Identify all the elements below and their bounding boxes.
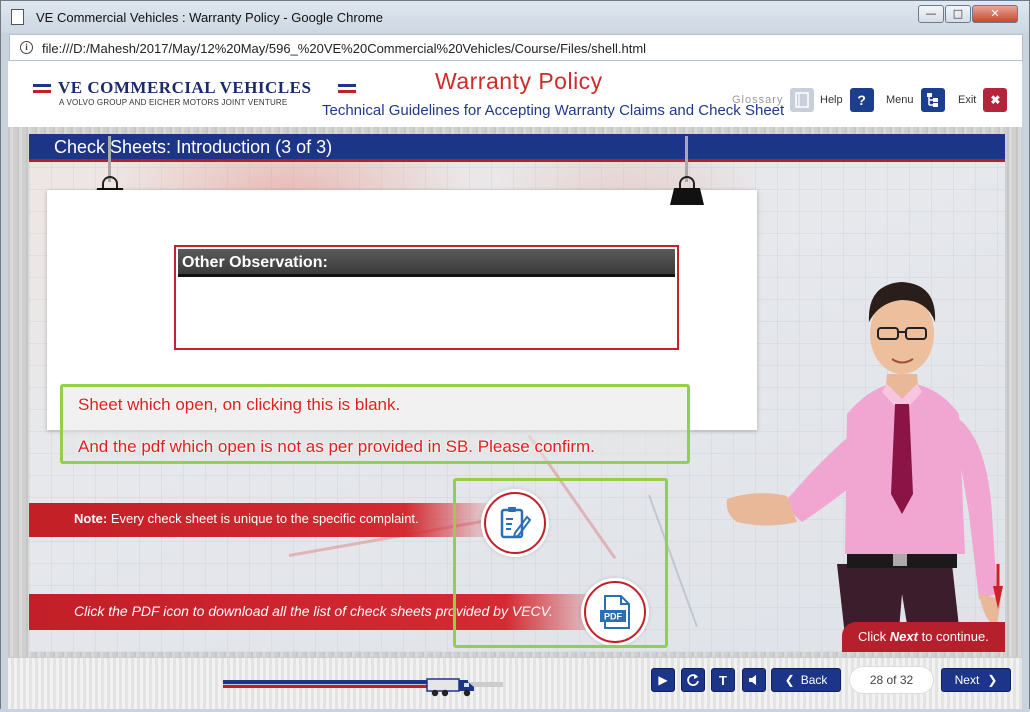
transcript-button[interactable]: T	[711, 668, 735, 692]
brand-tagline: A VOLVO GROUP AND EICHER MOTORS JOINT VE…	[59, 98, 288, 107]
page-icon	[11, 9, 24, 25]
review-annotation-box-icons	[453, 478, 668, 648]
question-mark-icon: ?	[849, 88, 874, 112]
next-hint-suffix: to continue.	[917, 629, 989, 644]
flag-right-icon	[338, 84, 356, 94]
course-footer: ▶ T ❮ Back 28 of 32 Next ❯	[8, 657, 1022, 709]
note-text: Note: Every check sheet is unique to the…	[74, 511, 419, 526]
play-icon: ▶	[658, 673, 668, 687]
url-text[interactable]: file:///D:/Mahesh/2017/May/12%20May/596_…	[42, 41, 646, 56]
company-logo: VE COMMERCIAL VEHICLES A VOLVO GROUP AND…	[33, 78, 363, 108]
binder-clip-icon	[670, 136, 704, 206]
close-window-button[interactable]: ✕	[972, 5, 1018, 23]
slide-stage: Check Sheets: Introduction (3 of 3) Othe…	[8, 127, 1022, 657]
course-subtitle: Technical Guidelines for Accepting Warra…	[322, 102, 785, 119]
close-icon: ✖	[983, 88, 1008, 112]
glossary-label: Glossary	[732, 94, 784, 106]
menu-tree-icon	[920, 88, 945, 112]
note-prefix: Note:	[74, 511, 108, 526]
window-titlebar: VE Commercial Vehicles : Warranty Policy…	[1, 1, 1029, 33]
observation-header: Other Observation:	[178, 249, 675, 277]
glossary-button[interactable]: Glossary	[732, 87, 815, 113]
play-button[interactable]: ▶	[651, 668, 675, 692]
presenter-character	[726, 282, 1003, 652]
next-button[interactable]: Next ❯	[941, 668, 1011, 692]
chevron-left-icon: ❮	[784, 673, 795, 687]
text-t-icon: T	[719, 672, 727, 688]
window-title: VE Commercial Vehicles : Warranty Policy…	[36, 10, 384, 25]
page-counter: 28 of 32	[849, 666, 934, 694]
slide-content: Check Sheets: Introduction (3 of 3) Othe…	[29, 134, 1005, 652]
next-label: Next	[954, 673, 980, 687]
exit-label: Exit	[958, 94, 977, 106]
exit-button[interactable]: Exit ✖	[958, 87, 1008, 113]
minimize-button[interactable]: —	[918, 5, 944, 23]
help-label: Help	[820, 94, 843, 106]
slide-title-bar: Check Sheets: Introduction (3 of 3)	[29, 134, 1005, 162]
speaker-icon	[749, 675, 756, 685]
address-bar[interactable]: i file:///D:/Mahesh/2017/May/12%20May/59…	[9, 34, 1023, 61]
next-hint-prefix: Click	[858, 629, 890, 644]
annotation-line-2: And the pdf which open is not as per pro…	[78, 437, 595, 456]
help-button[interactable]: Help ?	[820, 87, 874, 113]
info-icon[interactable]: i	[20, 41, 33, 54]
note-band: Note: Every check sheet is unique to the…	[29, 503, 499, 537]
truck-icon	[426, 678, 474, 697]
next-hint-emphasis: Next	[889, 629, 918, 644]
note-body: Every check sheet is unique to the speci…	[107, 511, 419, 526]
other-observation-box: Other Observation:	[174, 245, 679, 350]
review-annotation-box: Sheet which open, on clicking this is bl…	[60, 384, 690, 464]
course-header: VE COMMERCIAL VEHICLES A VOLVO GROUP AND…	[8, 61, 1022, 127]
maximize-button[interactable]: □	[945, 5, 971, 23]
glossary-icon	[790, 88, 815, 112]
next-hint-text: Click Next to continue.	[858, 629, 989, 644]
back-button[interactable]: ❮ Back	[771, 668, 841, 692]
annotation-line-1: Sheet which open, on clicking this is bl…	[78, 395, 401, 414]
menu-button[interactable]: Menu	[886, 87, 945, 113]
course-title: Warranty Policy	[435, 68, 603, 94]
slide-title: Check Sheets: Introduction (3 of 3)	[54, 137, 333, 157]
observation-label: Other Observation:	[182, 254, 328, 271]
course-progress-bar	[223, 674, 503, 697]
flag-left-icon	[33, 84, 51, 94]
back-label: Back	[800, 673, 828, 687]
chevron-right-icon: ❯	[987, 673, 998, 687]
replay-button[interactable]	[681, 668, 705, 692]
course-shell: VE COMMERCIAL VEHICLES A VOLVO GROUP AND…	[8, 61, 1022, 709]
brand-name: VE COMMERCIAL VEHICLES	[58, 78, 312, 97]
next-hint-banner: Click Next to continue.	[842, 622, 1005, 652]
menu-label: Menu	[886, 94, 914, 106]
replay-icon	[687, 674, 699, 686]
audio-button[interactable]	[742, 668, 766, 692]
